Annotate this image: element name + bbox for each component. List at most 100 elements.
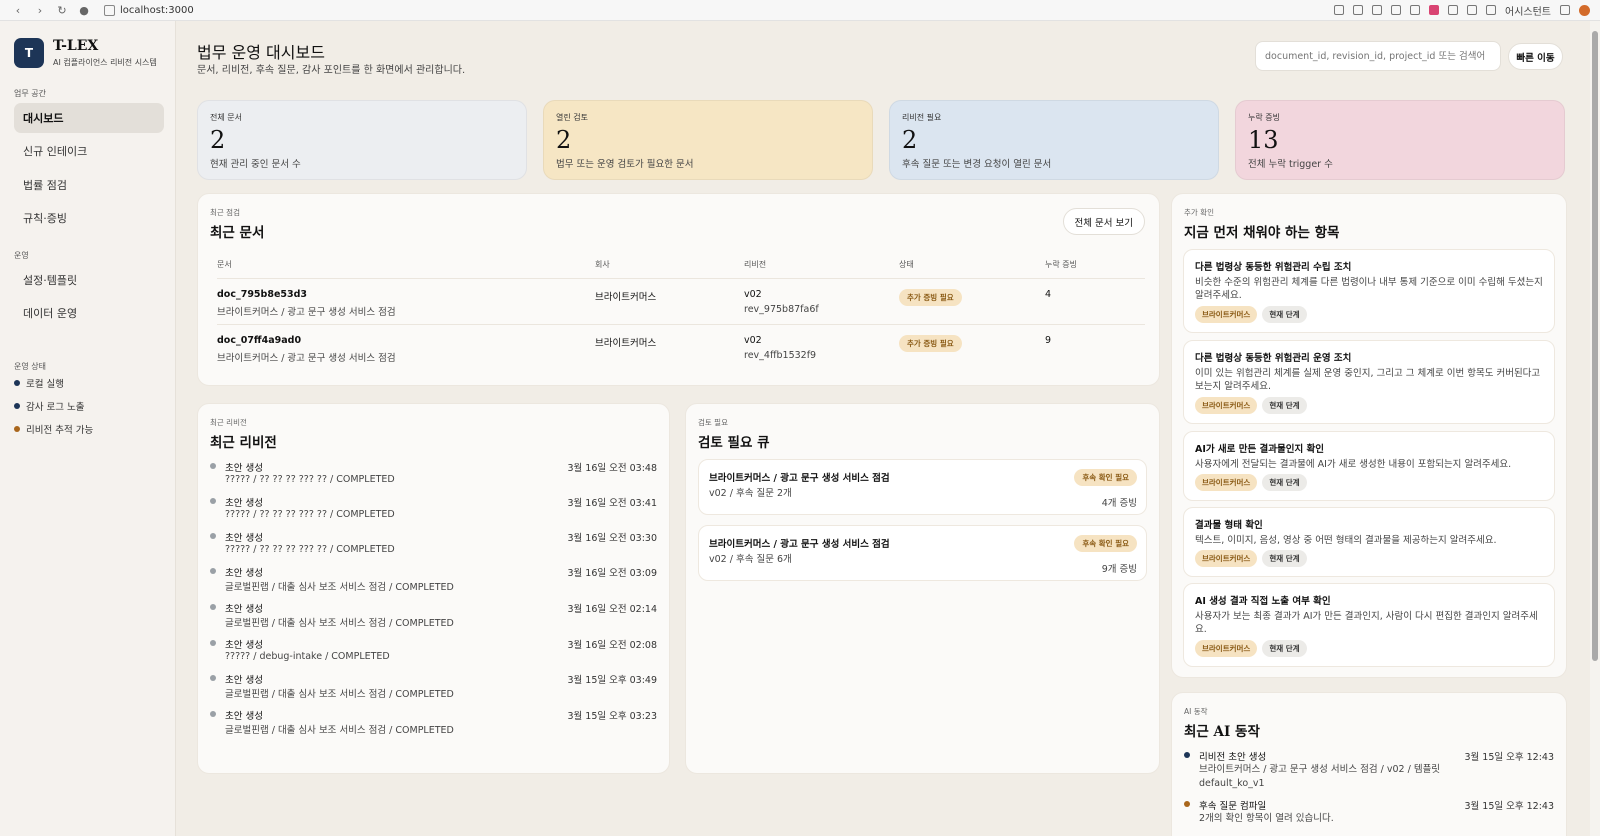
back-icon[interactable]: ‹ <box>12 4 24 17</box>
status-label: 로컬 실행 <box>26 379 64 390</box>
quick-jump-button[interactable]: 빠른 이동 <box>1508 43 1563 70</box>
queue-item-sub: v02 / 후속 질문 2개 <box>709 488 792 499</box>
section-label-workspace: 업무 공간 <box>14 89 46 98</box>
stat-value: 2 <box>556 126 572 154</box>
site-info-icon[interactable] <box>104 4 115 16</box>
stat-card-open-review[interactable]: 열린 검토 2 법무 또는 운영 검토가 필요한 문서 <box>543 100 873 180</box>
followup-item[interactable]: AI 생성 결과 직접 노출 여부 확인 사용자가 보는 최종 결과가 AI가 … <box>1183 583 1555 667</box>
followup-item[interactable]: 다른 법령상 동등한 위험관리 수립 조치 비슷한 수준의 위험관리 체계를 다… <box>1183 249 1555 333</box>
doc-id[interactable]: doc_795b8e53d3 <box>217 289 307 300</box>
followup-desc: 비슷한 수준의 위험관리 체계를 다른 법령이나 내부 통제 기준으로 이미 수… <box>1195 277 1543 302</box>
sidebar-item-data-ops[interactable]: 데이터 운영 <box>14 298 164 328</box>
stat-desc: 후속 질문 또는 변경 요청이 열린 문서 <box>902 159 1052 170</box>
reload-icon[interactable]: ↻ <box>56 4 68 17</box>
followup-item[interactable]: 다른 법령상 동등한 위험관리 운영 조치 이미 있는 위험관리 체계를 실제 … <box>1183 340 1555 424</box>
stat-card-missing-evidence[interactable]: 누락 증빙 13 전체 누락 trigger 수 <box>1235 100 1565 180</box>
link-icon[interactable] <box>1391 5 1401 15</box>
sidebar-item-settings-templates[interactable]: 설정·템플릿 <box>14 265 164 295</box>
shield-icon[interactable] <box>1353 5 1363 15</box>
doc-name: 브라이트커머스 / 광고 문구 생성 서비스 점검 <box>217 353 396 364</box>
evidence-count: 4개 증빙 <box>1101 498 1137 509</box>
sidebar-item-new-intake[interactable]: 신규 인테이크 <box>14 136 164 166</box>
revision-time: 3월 16일 오전 03:30 <box>567 533 657 544</box>
search-input[interactable] <box>1255 41 1501 71</box>
brand-logo: T <box>14 38 44 68</box>
stat-desc: 현재 관리 중인 문서 수 <box>210 159 301 170</box>
puzzle-icon[interactable] <box>1448 5 1458 15</box>
followup-desc: 사용자가 보는 최종 결과가 AI가 만든 결과인지, 사람이 다시 편집한 결… <box>1195 611 1538 636</box>
status-badge: 추가 증빙 필요 <box>899 335 962 352</box>
revision-time: 3월 16일 오전 03:48 <box>567 463 657 474</box>
status-audit-log: 감사 로그 노출 <box>14 399 84 413</box>
scrollbar-thumb[interactable] <box>1592 31 1598 661</box>
chevron-down-icon[interactable] <box>1560 5 1570 15</box>
queue-item[interactable]: 브라이트커머스 / 광고 문구 생성 서비스 점검 v02 / 후속 질문 6개… <box>698 525 1147 581</box>
recent-revisions-card: 최근 리비전 최근 리비전 초안 생성????? / ?? ?? ?? ??? … <box>197 403 670 774</box>
followup-item[interactable]: 결과물 형태 확인 텍스트, 이미지, 음성, 영상 중 어떤 형태의 결과물을… <box>1183 507 1555 578</box>
table-row[interactable]: doc_795b8e53d3 브라이트커머스 / 광고 문구 생성 서비스 점검… <box>217 279 1145 325</box>
pink-extension-icon[interactable] <box>1429 5 1439 15</box>
revision-sub: 글로벌핀랩 / 대출 심사 보조 서비스 점검 / COMPLETED <box>225 582 454 593</box>
column-header-company: 회사 <box>595 260 610 269</box>
extension-icon[interactable] <box>1334 5 1344 15</box>
stat-label: 리비전 필요 <box>902 113 942 122</box>
followup-badge: 후속 확인 필요 <box>1074 535 1137 552</box>
sidebar-item-legal-check[interactable]: 법률 점검 <box>14 170 164 200</box>
section-label-ops: 운영 <box>14 251 29 260</box>
url-text: localhost:3000 <box>120 4 194 16</box>
followup-title: AI가 새로 만든 결과물인지 확인 <box>1195 444 1324 455</box>
revision-title: 초안 생성 <box>225 711 263 722</box>
revision-time: 3월 16일 오전 03:41 <box>567 498 657 509</box>
followup-item[interactable]: AI가 새로 만든 결과물인지 확인 사용자에게 전달되는 결과물에 AI가 새… <box>1183 431 1555 502</box>
revision-sub: 글로벌핀랩 / 대출 심사 보조 서비스 점검 / COMPLETED <box>225 689 454 700</box>
company-tag: 브라이트커머스 <box>1195 550 1258 568</box>
stat-card-revision-needed[interactable]: 리비전 필요 2 후속 질문 또는 변경 요청이 열린 문서 <box>889 100 1219 180</box>
revision-id: rev_975b87fa6f <box>744 304 819 315</box>
stat-label: 누락 증빙 <box>1248 113 1280 122</box>
sidebar-item-rules-evidence[interactable]: 규칙·증빙 <box>14 203 164 233</box>
brand[interactable]: T T-LEX AI 컴플라이언스 리비전 시스템 <box>14 38 157 68</box>
followup-title: AI 생성 결과 직접 노출 여부 확인 <box>1195 596 1331 607</box>
page-scrollbar[interactable] <box>1590 21 1600 836</box>
view-all-documents-button[interactable]: 전체 문서 보기 <box>1062 208 1145 235</box>
menu-icon[interactable] <box>1467 5 1477 15</box>
revision-title: 초안 생성 <box>225 675 263 686</box>
bullet-icon <box>210 463 216 469</box>
stat-label: 열린 검토 <box>556 113 588 122</box>
brand-title: T-LEX <box>53 38 99 54</box>
profile-avatar[interactable] <box>1579 4 1590 16</box>
queue-item-title: 브라이트커머스 / 광고 문구 생성 서비스 점검 <box>709 473 890 484</box>
forward-icon[interactable]: › <box>34 4 46 17</box>
revision-sub: ????? / ?? ?? ?? ??? ?? / COMPLETED <box>225 544 395 555</box>
queue-item[interactable]: 브라이트커머스 / 광고 문구 생성 서비스 점검 v02 / 후속 질문 2개… <box>698 459 1147 515</box>
assistant-button[interactable]: 어시스턴트 <box>1505 3 1551 18</box>
bullet-icon <box>210 675 216 681</box>
revision-id: rev_4ffb1532f9 <box>744 350 817 361</box>
revision-sub: 글로벌핀랩 / 대출 심사 보조 서비스 점검 / COMPLETED <box>225 618 454 629</box>
revision-sub: ????? / ?? ?? ?? ??? ?? / COMPLETED <box>225 509 395 520</box>
stat-value: 2 <box>210 126 226 154</box>
company-tag: 브라이트커머스 <box>1195 396 1258 414</box>
ai-action-sub: 2개의 확인 항목이 열려 있습니다. <box>1199 813 1334 824</box>
mic-icon[interactable]: ● <box>78 4 90 17</box>
queue-item-sub: v02 / 후속 질문 6개 <box>709 554 792 565</box>
company-name: 브라이트커머스 <box>595 292 657 303</box>
sidebar-item-dashboard[interactable]: 대시보드 <box>14 103 164 133</box>
revision-version: v02 <box>744 335 762 346</box>
stat-desc: 전체 누락 trigger 수 <box>1248 159 1333 170</box>
status-dot <box>14 380 20 386</box>
translate-icon[interactable] <box>1410 5 1420 15</box>
stat-card-total-docs[interactable]: 전체 문서 2 현재 관리 중인 문서 수 <box>197 100 527 180</box>
stat-label: 전체 문서 <box>210 113 242 122</box>
audio-icon[interactable] <box>1486 5 1496 15</box>
revision-title: 초안 생성 <box>225 463 263 474</box>
card-eyebrow: 검토 필요 <box>698 418 728 427</box>
address-bar[interactable]: localhost:3000 <box>104 4 194 16</box>
table-row[interactable]: doc_07ff4a9ad0 브라이트커머스 / 광고 문구 생성 서비스 점검… <box>217 325 1145 371</box>
star-icon[interactable] <box>1372 5 1382 15</box>
stage-tag: 현재 단계 <box>1262 396 1307 414</box>
bullet-icon <box>210 640 216 646</box>
doc-id[interactable]: doc_07ff4a9ad0 <box>217 335 301 346</box>
bullet-icon <box>1184 752 1190 758</box>
sidebar: T T-LEX AI 컴플라이언스 리비전 시스템 업무 공간 대시보드 신규 … <box>0 21 176 836</box>
